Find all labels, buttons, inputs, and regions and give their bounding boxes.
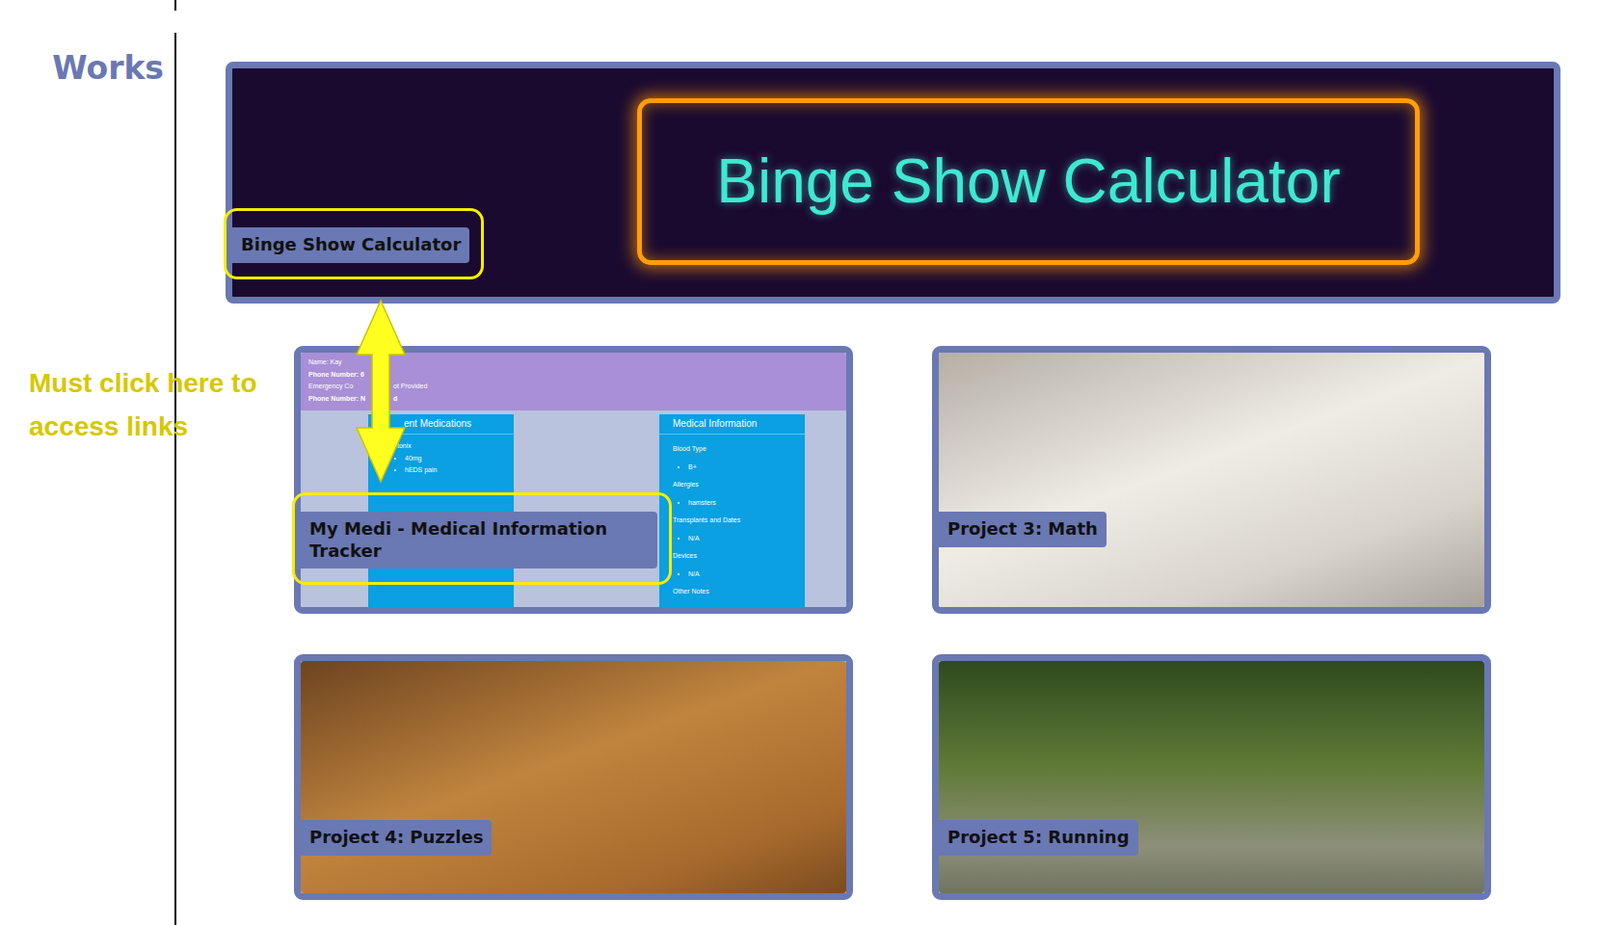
field-values: hamsters — [672, 494, 798, 513]
project-card: Project 5: Running — [932, 654, 1492, 901]
field-value: hamsters — [688, 494, 798, 513]
field-value: N/A — [688, 565, 798, 585]
medication-detail: hEDS pain — [404, 464, 508, 478]
featured-project-card: Binge Show Calculator Binge Show Calculat… — [225, 61, 1561, 304]
double-arrow-icon — [352, 298, 409, 484]
banner-title: Binge Show Calculator — [716, 147, 1340, 215]
annotation-note: Must click here to access links — [28, 361, 299, 449]
field-values: B+ — [672, 458, 798, 478]
project-link[interactable]: My Medi - Medical Information Tracker — [300, 511, 658, 569]
field-label: Transplants and Dates — [672, 511, 798, 531]
panel-title: Medical Information — [659, 414, 805, 435]
project-link[interactable]: Project 4: Puzzles — [300, 820, 492, 856]
project-card: Project 3: Math — [932, 346, 1492, 614]
profile-text: ot Provided — [393, 382, 427, 390]
field-label: Devices — [672, 547, 798, 566]
field-label: Other Notes — [672, 583, 798, 602]
banner-logo: Binge Show Calculator — [637, 98, 1420, 266]
field-label: Blood Type — [672, 440, 798, 459]
field-value: N/A — [688, 530, 798, 549]
project-link[interactable]: Project 5: Running — [938, 820, 1139, 856]
project-photo — [300, 661, 847, 894]
medication-detail: 40mg — [404, 453, 508, 466]
project-photo — [938, 352, 1485, 608]
medication-name: tonix — [397, 440, 508, 454]
profile-text: d — [393, 395, 398, 402]
project-link[interactable]: Binge Show Calculator — [232, 227, 470, 264]
section-title: Works — [0, 49, 164, 88]
works-section: Binge Show Calculator Binge Show Calculat… — [225, 0, 1561, 925]
project-link[interactable]: Project 3: Math — [938, 511, 1107, 548]
project-grid: Name: KayPhone Number: 6Emergency Coot P… — [293, 346, 1493, 901]
medical-info-panel: Medical InformationBlood TypeB+Allergies… — [659, 414, 805, 608]
medical-field-list: Blood TypeB+AllergieshamstersTransplants… — [659, 434, 805, 602]
project-card: Project 4: Puzzles — [293, 654, 854, 901]
field-values: N/A — [672, 565, 798, 585]
project-photo — [938, 661, 1485, 894]
field-values: N/A — [672, 530, 798, 549]
field-value: B+ — [688, 458, 798, 478]
section-header: Works — [0, 0, 175, 925]
divider-line — [174, 0, 177, 925]
field-label: Allergies — [672, 476, 798, 495]
medication-details: 40mghEDS pain — [397, 453, 508, 478]
